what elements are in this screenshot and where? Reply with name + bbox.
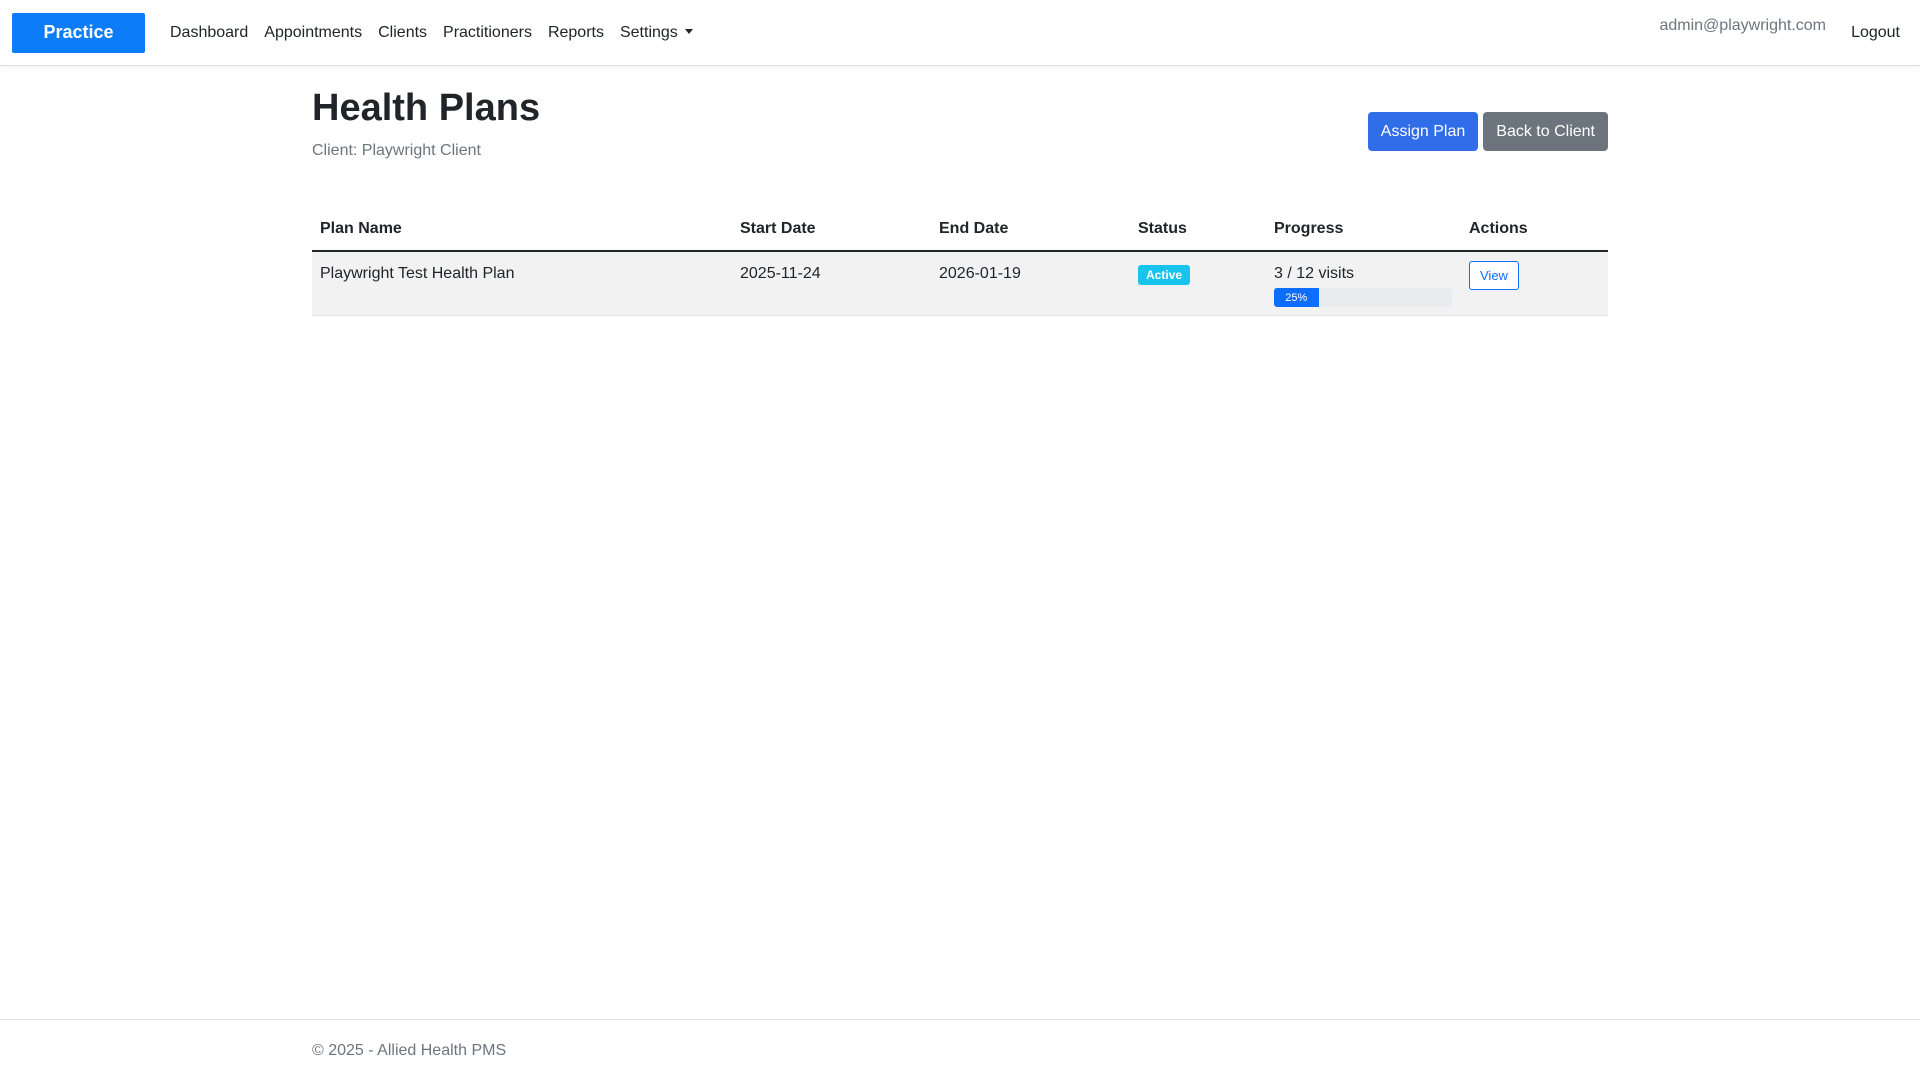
nav-item-settings-dropdown[interactable]: Settings	[612, 24, 701, 42]
column-header-start-date: Start Date	[732, 206, 931, 252]
column-header-progress: Progress	[1266, 206, 1461, 252]
status-badge: Active	[1138, 265, 1191, 285]
nav-item-practitioners[interactable]: Practitioners	[435, 24, 540, 42]
nav-item-clients[interactable]: Clients	[370, 24, 435, 42]
actions-cell: View	[1461, 251, 1608, 316]
health-plans-table: Plan Name Start Date End Date Status Pro…	[312, 206, 1608, 316]
footer-copyright: © 2025 - Allied Health PMS	[312, 1042, 507, 1059]
back-to-client-button[interactable]: Back to Client	[1483, 112, 1608, 151]
end-date-cell: 2026-01-19	[931, 251, 1130, 316]
page-title: Health Plans	[312, 87, 541, 129]
column-header-end-date: End Date	[931, 206, 1130, 252]
start-date-cell: 2025-11-24	[732, 251, 931, 316]
top-navbar: Practice Dashboard Appointments Clients …	[0, 0, 1920, 66]
brand-link[interactable]: Practice	[12, 13, 145, 53]
nav-item-appointments[interactable]: Appointments	[256, 24, 370, 42]
view-plan-button[interactable]: View	[1469, 261, 1519, 290]
progress-visits-text: 3 / 12 visits	[1274, 265, 1355, 282]
client-subtitle: Client: Playwright Client	[312, 142, 481, 159]
plan-name-cell: Playwright Test Health Plan	[312, 251, 732, 316]
assign-plan-button[interactable]: Assign Plan	[1367, 112, 1479, 151]
chevron-down-icon	[684, 29, 693, 34]
nav-links: Dashboard Appointments Clients Practitio…	[162, 0, 701, 66]
progress-bar-fill: 25%	[1274, 288, 1319, 307]
nav-item-settings-label: Settings	[619, 24, 678, 41]
header-actions: Assign Plan Back to Client	[1367, 112, 1608, 151]
status-cell: Active	[1130, 251, 1266, 316]
user-email: admin@playwright.com	[1659, 17, 1826, 34]
nav-item-reports[interactable]: Reports	[540, 24, 612, 42]
progress-cell: 3 / 12 visits 25%	[1266, 251, 1461, 316]
logout-link[interactable]: Logout	[1851, 24, 1900, 42]
nav-item-dashboard[interactable]: Dashboard	[162, 24, 256, 42]
footer: © 2025 - Allied Health PMS	[0, 1019, 1920, 1080]
column-header-plan-name: Plan Name	[312, 206, 732, 252]
column-header-status: Status	[1130, 206, 1266, 252]
column-header-actions: Actions	[1461, 206, 1608, 252]
table-row: Playwright Test Health Plan 2025-11-24 2…	[312, 251, 1608, 316]
progress-bar: 25%	[1274, 288, 1452, 307]
table-header-row: Plan Name Start Date End Date Status Pro…	[312, 206, 1608, 252]
